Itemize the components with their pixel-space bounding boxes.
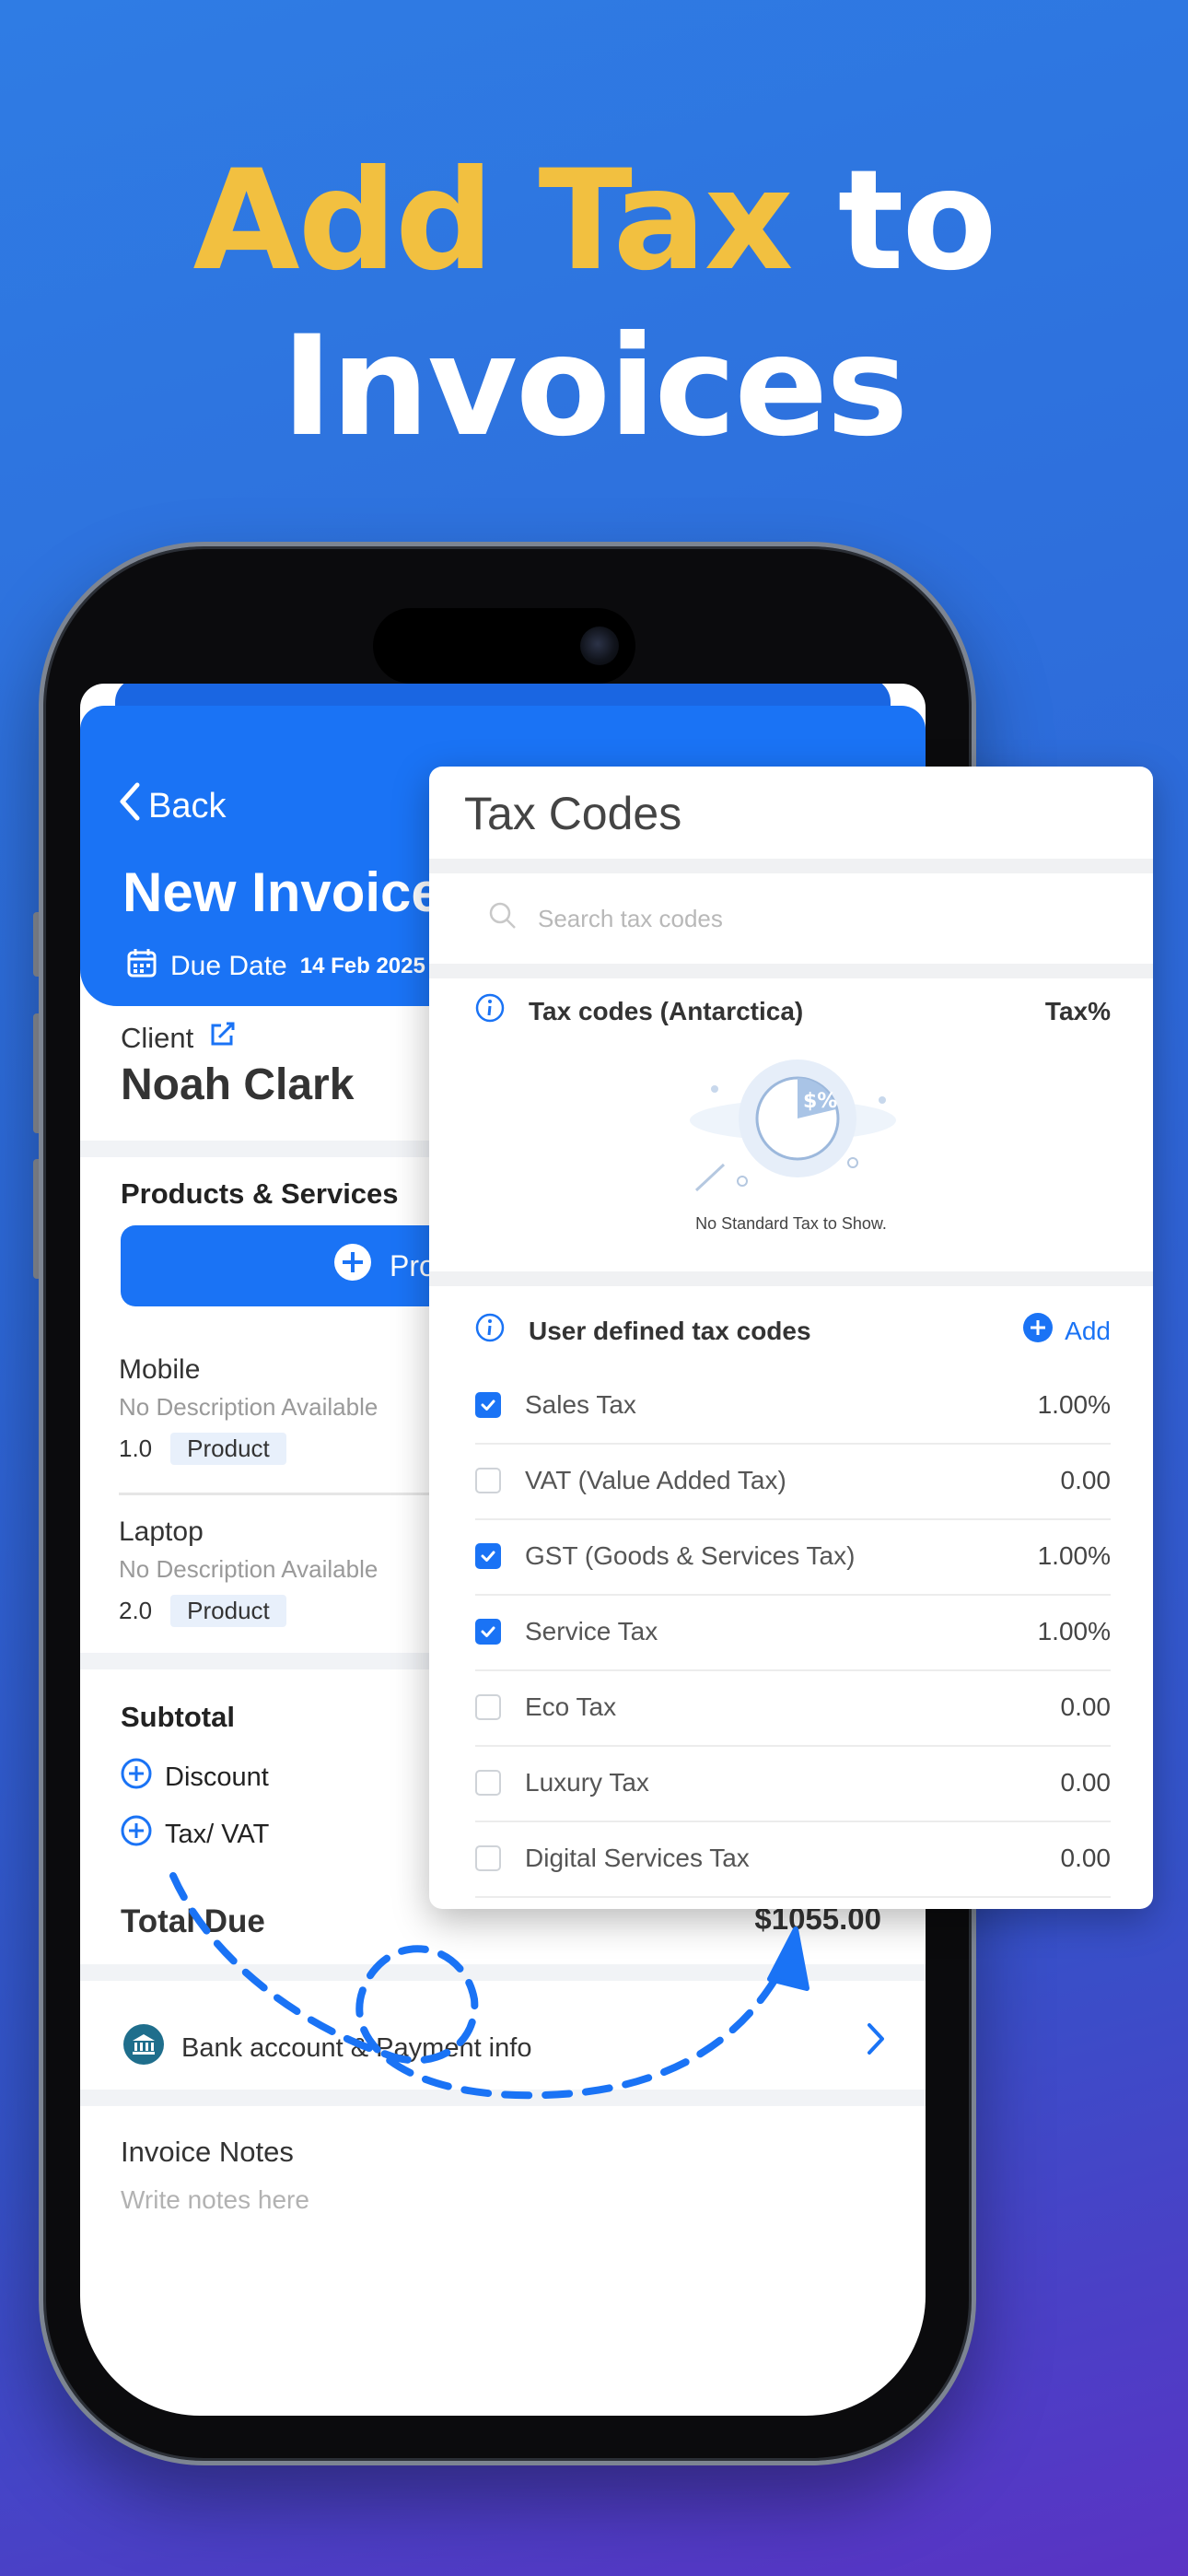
headline-accent: Add Tax — [192, 141, 794, 301]
standard-heading-label: Tax codes (Antarctica) — [529, 996, 804, 1025]
empty-state-text: No Standard Tax to Show. — [695, 1214, 887, 1233]
calendar-icon — [126, 947, 157, 986]
edit-icon[interactable] — [208, 1021, 236, 1056]
search-placeholder: Search tax codes — [538, 905, 723, 932]
user-heading-label: User defined tax codes — [529, 1316, 811, 1345]
client-label: Client — [121, 1022, 194, 1054]
checkmark-icon — [481, 1399, 495, 1411]
tax-code-value: 1.00% — [1037, 1390, 1111, 1419]
add-tax-label: Add — [1065, 1316, 1111, 1345]
tax-code-name: Digital Services Tax — [525, 1844, 750, 1872]
tax-code-value: 1.00% — [1037, 1541, 1111, 1570]
back-button[interactable]: Back — [117, 781, 226, 831]
section-divider — [80, 1964, 926, 1981]
tax-codes-panel: Tax Codes Search tax codes Tax codes (An… — [429, 767, 1153, 1909]
add-tax-button[interactable]: Add — [1022, 1312, 1111, 1350]
chevron-right-icon[interactable] — [865, 2021, 887, 2061]
bank-account-row[interactable]: Bank account & Payment info — [122, 2023, 531, 2073]
tax-code-value: 0.00 — [1060, 1844, 1112, 1872]
item-type-badge: Product — [170, 1595, 286, 1627]
item-type-badge: Product — [170, 1433, 286, 1465]
list-item[interactable]: Mobile No Description Available 1.0 Prod… — [119, 1354, 378, 1465]
info-icon — [475, 1313, 505, 1349]
item-name: Laptop — [119, 1516, 204, 1547]
list-item[interactable]: Laptop No Description Available 2.0 Prod… — [119, 1516, 378, 1627]
headline: Add Tax to Invoices — [0, 138, 1188, 470]
empty-state-illustration: $% — [687, 1052, 899, 1204]
item-qty: 2.0 — [119, 1597, 153, 1624]
checkbox[interactable] — [475, 1543, 501, 1569]
subtotal-label: Subtotal — [121, 1701, 235, 1733]
checkbox[interactable] — [475, 1694, 501, 1720]
tax-code-row[interactable]: Sales Tax 1.00% — [475, 1367, 1111, 1445]
plus-circle-icon — [121, 1758, 152, 1797]
checkbox[interactable] — [475, 1468, 501, 1493]
camera-icon — [580, 626, 619, 665]
tax-code-name: VAT (Value Added Tax) — [525, 1466, 786, 1494]
checkbox[interactable] — [475, 1770, 501, 1796]
discount-label: Discount — [165, 1762, 269, 1792]
info-icon — [475, 993, 505, 1029]
tax-code-value: 1.00% — [1037, 1617, 1111, 1645]
item-qty: 1.0 — [119, 1434, 153, 1462]
page-title: New Invoice — [122, 861, 442, 923]
total-due-label: Total Due — [121, 1903, 265, 1939]
user-tax-heading: User defined tax codes Add — [475, 1312, 1111, 1350]
panel-title: Tax Codes — [464, 788, 682, 839]
tax-code-row[interactable]: GST (Goods & Services Tax) 1.00% — [475, 1518, 1111, 1596]
headline-line2: Invoices — [281, 307, 909, 467]
search-input[interactable]: Search tax codes — [488, 901, 723, 937]
checkbox[interactable] — [475, 1845, 501, 1871]
tax-code-row[interactable]: Digital Services Tax 0.00 — [475, 1821, 1111, 1898]
panel-band — [429, 859, 1153, 873]
tax-code-name: Eco Tax — [525, 1692, 617, 1721]
item-desc: No Description Available — [119, 1555, 379, 1583]
tax-code-value: 0.00 — [1060, 1692, 1112, 1721]
plus-circle-icon — [1022, 1312, 1054, 1350]
notes-label: Invoice Notes — [121, 2136, 294, 2168]
svg-text:$%: $% — [803, 1090, 837, 1113]
percent-heading: Tax% — [1044, 996, 1111, 1025]
notes-input[interactable]: Write notes here — [121, 2185, 309, 2215]
tax-code-row[interactable]: VAT (Value Added Tax) 0.00 — [475, 1443, 1111, 1520]
item-name: Mobile — [119, 1354, 201, 1385]
tax-code-value: 0.00 — [1060, 1768, 1112, 1797]
checkbox[interactable] — [475, 1392, 501, 1418]
bank-icon — [122, 2023, 165, 2073]
checkmark-icon — [481, 1626, 495, 1637]
panel-band — [429, 1271, 1153, 1286]
tax-vat-label: Tax/ VAT — [165, 1819, 270, 1849]
tax-code-row[interactable]: Service Tax 1.00% — [475, 1594, 1111, 1671]
due-date-label: Due Date — [170, 951, 287, 981]
checkmark-icon — [481, 1551, 495, 1562]
plus-circle-icon — [332, 1242, 373, 1290]
item-desc: No Description Available — [119, 1393, 379, 1421]
tax-code-row[interactable]: Eco Tax 0.00 — [475, 1669, 1111, 1747]
section-divider — [80, 2090, 926, 2106]
tax-code-name: GST (Goods & Services Tax) — [525, 1541, 856, 1570]
back-label: Back — [148, 786, 227, 825]
discount-button[interactable]: Discount — [121, 1758, 269, 1797]
client-name[interactable]: Noah Clark — [121, 1060, 354, 1110]
dynamic-island — [373, 608, 635, 684]
plus-circle-icon — [121, 1815, 152, 1854]
tax-code-name: Sales Tax — [525, 1390, 636, 1419]
search-icon — [488, 901, 518, 937]
products-title: Products & Services — [121, 1177, 399, 1210]
tax-code-name: Luxury Tax — [525, 1768, 649, 1797]
chevron-left-icon — [117, 781, 141, 831]
checkbox[interactable] — [475, 1619, 501, 1645]
due-date[interactable]: Due Date 14 Feb 2025 — [126, 947, 425, 986]
tax-code-name: Service Tax — [525, 1617, 658, 1645]
headline-rest: to — [791, 141, 997, 301]
tax-code-row[interactable]: Luxury Tax 0.00 — [475, 1745, 1111, 1822]
due-date-value: 14 Feb 2025 — [299, 954, 425, 978]
tax-code-value: 0.00 — [1060, 1466, 1112, 1494]
panel-band — [429, 964, 1153, 978]
tax-vat-button[interactable]: Tax/ VAT — [121, 1815, 269, 1854]
bank-label: Bank account & Payment info — [181, 2032, 532, 2063]
standard-tax-heading: Tax codes (Antarctica) Tax% — [475, 993, 1111, 1029]
client-label-row: Client — [121, 1021, 236, 1056]
